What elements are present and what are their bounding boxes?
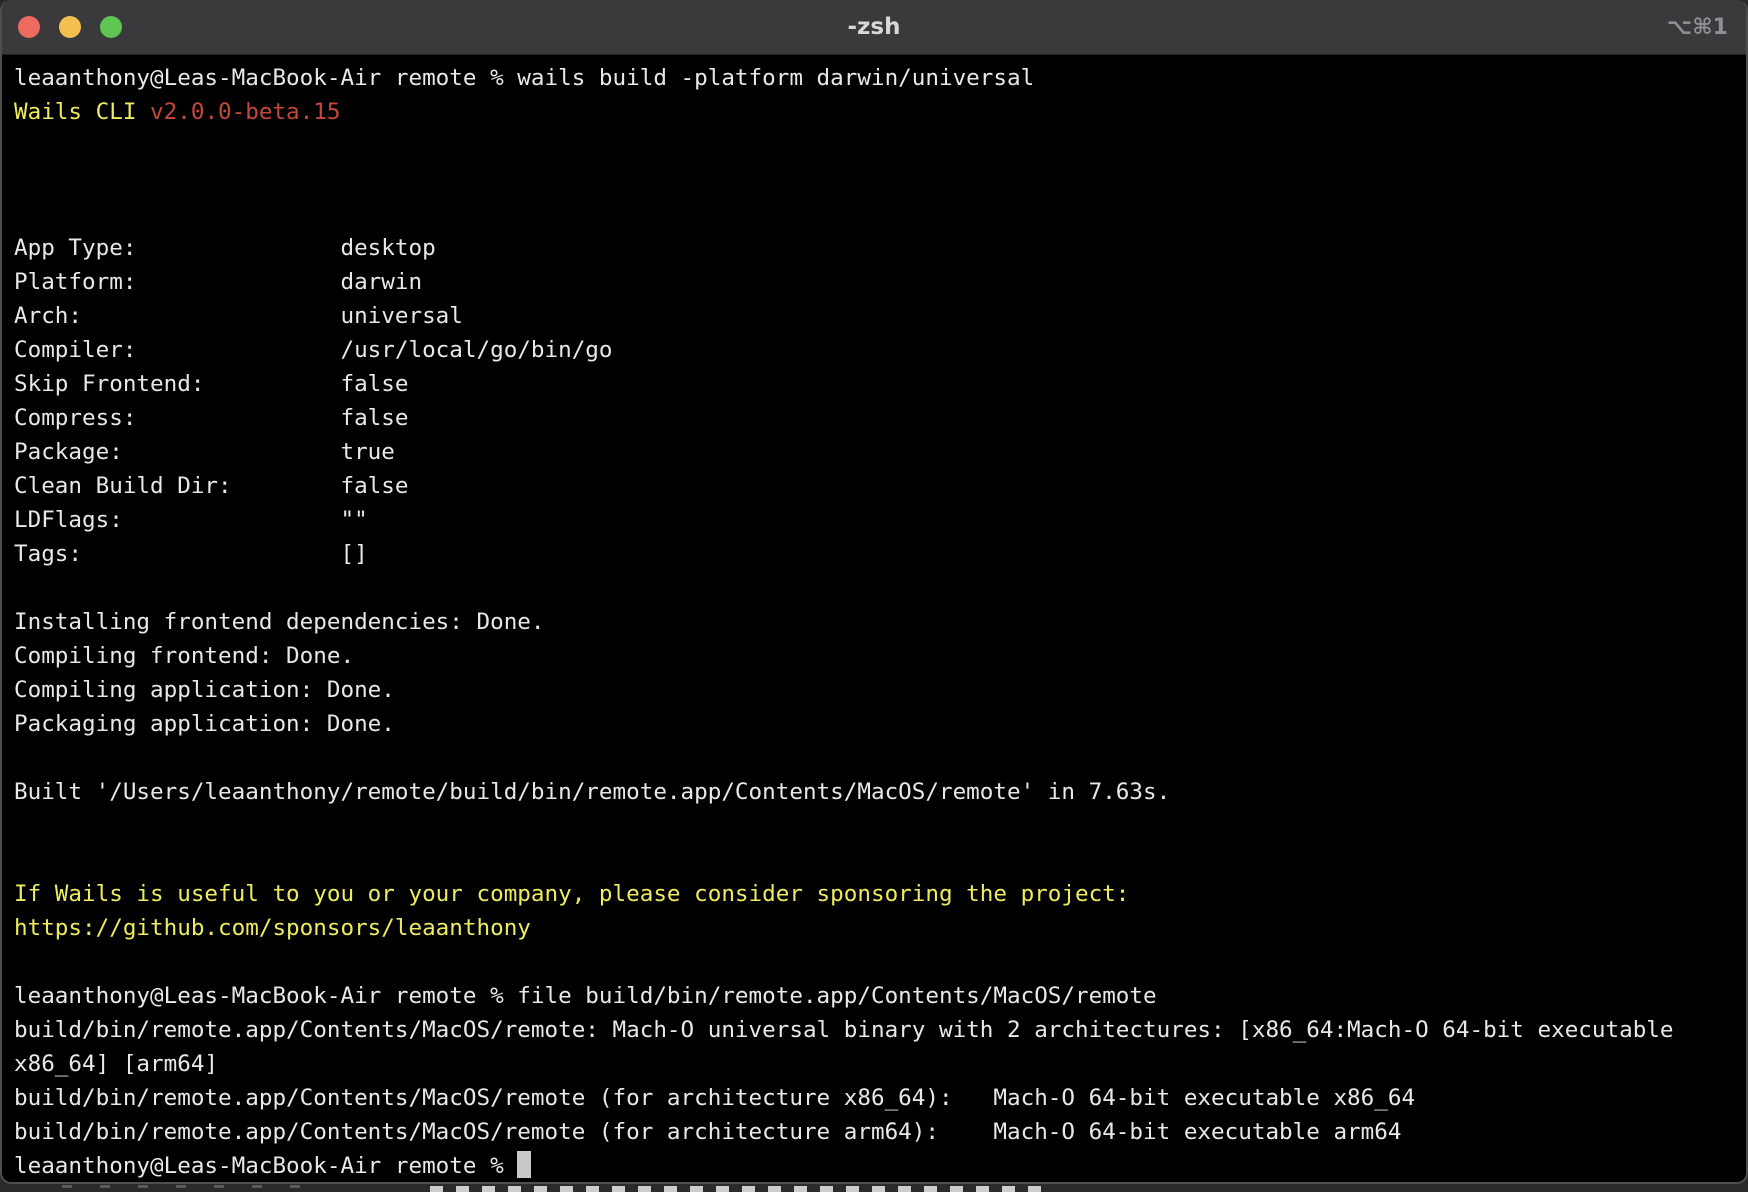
terminal-line: [14, 945, 1734, 979]
terminal-line: Tags: []: [14, 537, 1734, 571]
terminal-text-segment: Tags: []: [14, 541, 368, 567]
clipped-text-fragment-faint: [62, 1185, 312, 1188]
minimize-button[interactable]: [59, 16, 81, 38]
terminal-line: leaanthony@Leas-MacBook-Air remote % fil…: [14, 979, 1734, 1013]
terminal-text-segment: Compress: false: [14, 405, 408, 431]
terminal-line: [14, 163, 1734, 197]
terminal-window: -zsh ⌥⌘1 leaanthony@Leas-MacBook-Air rem…: [0, 0, 1748, 1184]
terminal-line: App Type: desktop: [14, 231, 1734, 265]
terminal-line: https://github.com/sponsors/leaanthony: [14, 911, 1734, 945]
titlebar[interactable]: -zsh ⌥⌘1: [2, 0, 1746, 55]
terminal-text-segment: LDFlags: "": [14, 507, 368, 533]
terminal-line: [14, 741, 1734, 775]
terminal-text-segment: Compiling application: Done.: [14, 677, 395, 703]
terminal-line: leaanthony@Leas-MacBook-Air remote %: [14, 1149, 1734, 1183]
terminal-text-segment: Arch: universal: [14, 303, 463, 329]
terminal-text-segment: leaanthony@Leas-MacBook-Air remote % wai…: [14, 65, 1034, 91]
window-shortcut-badge: ⌥⌘1: [1667, 0, 1728, 54]
terminal-line: Compiling frontend: Done.: [14, 639, 1734, 673]
terminal-text-segment: Package: true: [14, 439, 395, 465]
terminal-text-segment: Compiling frontend: Done.: [14, 643, 354, 669]
terminal-line: If Wails is useful to you or your compan…: [14, 877, 1734, 911]
terminal-text-segment: Skip Frontend: false: [14, 371, 408, 397]
background-window-sliver: [0, 1183, 1748, 1192]
close-button[interactable]: [18, 16, 40, 38]
terminal-line: [14, 843, 1734, 877]
traffic-lights: [18, 16, 122, 38]
terminal-line: Compress: false: [14, 401, 1734, 435]
terminal-text-segment: v2.0.0-beta.15: [150, 99, 340, 125]
terminal-text-segment: Packaging application: Done.: [14, 711, 395, 737]
window-title: -zsh: [2, 0, 1746, 54]
terminal-text-segment: Platform: darwin: [14, 269, 422, 295]
terminal-line: [14, 129, 1734, 163]
terminal-line: LDFlags: "": [14, 503, 1734, 537]
terminal-text-segment: App Type: desktop: [14, 235, 436, 261]
terminal-line: build/bin/remote.app/Contents/MacOS/remo…: [14, 1013, 1734, 1047]
terminal-line: leaanthony@Leas-MacBook-Air remote % wai…: [14, 61, 1734, 95]
terminal-line: build/bin/remote.app/Contents/MacOS/remo…: [14, 1115, 1734, 1149]
terminal-line: x86_64] [arm64]: [14, 1047, 1734, 1081]
terminal-text-segment: Built '/Users/leaanthony/remote/build/bi…: [14, 779, 1170, 805]
terminal-line: [14, 197, 1734, 231]
terminal-text-segment: If Wails is useful to you or your compan…: [14, 881, 1129, 907]
terminal-text-segment: Compiler: /usr/local/go/bin/go: [14, 337, 613, 363]
terminal-line: Compiler: /usr/local/go/bin/go: [14, 333, 1734, 367]
zoom-button[interactable]: [100, 16, 122, 38]
block-cursor: [517, 1151, 531, 1178]
terminal-text-segment: build/bin/remote.app/Contents/MacOS/remo…: [14, 1119, 1401, 1145]
terminal-line: Arch: universal: [14, 299, 1734, 333]
terminal-text-segment: Installing frontend dependencies: Done.: [14, 609, 545, 635]
terminal-line: [14, 809, 1734, 843]
terminal-text-segment: build/bin/remote.app/Contents/MacOS/remo…: [14, 1017, 1674, 1043]
terminal-line: build/bin/remote.app/Contents/MacOS/remo…: [14, 1081, 1734, 1115]
terminal-line: Compiling application: Done.: [14, 673, 1734, 707]
terminal-line: Platform: darwin: [14, 265, 1734, 299]
terminal-line: Wails CLI v2.0.0-beta.15: [14, 95, 1734, 129]
terminal-line: Package: true: [14, 435, 1734, 469]
terminal-screen[interactable]: leaanthony@Leas-MacBook-Air remote % wai…: [2, 55, 1746, 1184]
terminal-text-segment: build/bin/remote.app/Contents/MacOS/remo…: [14, 1085, 1415, 1111]
terminal-line: [14, 571, 1734, 605]
terminal-text-segment: leaanthony@Leas-MacBook-Air remote %: [14, 1153, 517, 1179]
terminal-line: Installing frontend dependencies: Done.: [14, 605, 1734, 639]
terminal-line: Built '/Users/leaanthony/remote/build/bi…: [14, 775, 1734, 809]
terminal-line: Clean Build Dir: false: [14, 469, 1734, 503]
terminal-line: Packaging application: Done.: [14, 707, 1734, 741]
terminal-text-segment: x86_64] [arm64]: [14, 1051, 218, 1077]
terminal-text-segment: Wails CLI: [14, 99, 150, 125]
terminal-text-segment: Clean Build Dir: false: [14, 473, 408, 499]
terminal-text-segment: https://github.com/sponsors/leaanthony: [14, 915, 531, 941]
terminal-text-segment: leaanthony@Leas-MacBook-Air remote % fil…: [14, 983, 1157, 1009]
terminal-line: Skip Frontend: false: [14, 367, 1734, 401]
clipped-text-fragment: [430, 1186, 1050, 1192]
